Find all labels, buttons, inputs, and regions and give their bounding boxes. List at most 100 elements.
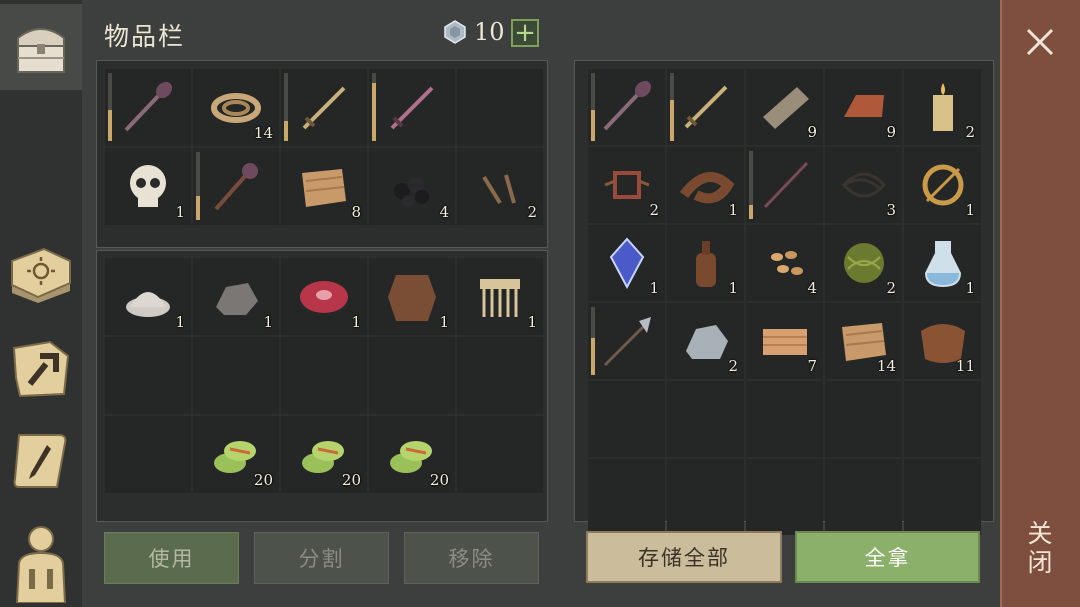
container-slot[interactable]: 2 — [904, 69, 981, 145]
item-quantity: 8 — [351, 203, 361, 221]
container-slot[interactable]: 2 — [588, 147, 665, 223]
close-label[interactable]: 关闭 — [1024, 520, 1056, 578]
split-button[interactable]: 分割 — [254, 532, 389, 584]
close-icon[interactable] — [1018, 20, 1062, 64]
equipment-slot[interactable] — [281, 69, 367, 146]
equipment-slot[interactable]: 1 — [105, 148, 191, 225]
sword-icon — [684, 85, 727, 129]
durability-bar — [284, 73, 288, 141]
item-quantity: 1 — [527, 313, 537, 331]
bag-slot[interactable]: 20 — [369, 416, 455, 493]
bag-slot[interactable]: 20 — [281, 416, 367, 493]
equipment-grid: 14 1 8 4 2 — [105, 69, 543, 225]
add-currency-button[interactable]: + — [511, 19, 539, 47]
container-slot[interactable] — [588, 303, 665, 379]
bag-slot[interactable]: 1 — [369, 258, 455, 335]
container-slot[interactable]: 11 — [904, 303, 981, 379]
bag-slot[interactable]: 1 — [105, 258, 191, 335]
container-slot[interactable] — [667, 381, 744, 457]
item-quantity: 1 — [263, 313, 273, 331]
container-slot[interactable] — [588, 459, 665, 535]
scrap-parts-icon — [603, 171, 650, 199]
container-slot[interactable] — [746, 147, 823, 223]
take-all-button[interactable]: 全拿 — [795, 531, 980, 583]
tab-skills[interactable] — [0, 232, 82, 318]
red-sword-icon — [390, 86, 434, 129]
use-button[interactable]: 使用 — [104, 532, 239, 584]
plank-icon — [762, 87, 809, 129]
copper-ingot-icon — [843, 95, 884, 117]
container-slot[interactable]: 1 — [904, 225, 981, 301]
bag-slot[interactable] — [193, 337, 279, 414]
container-slot[interactable] — [825, 381, 902, 457]
bag-slot[interactable] — [105, 337, 191, 414]
bag-slot[interactable]: 20 — [193, 416, 279, 493]
container-slot[interactable]: 9 — [746, 69, 823, 145]
currency-count: 10 — [474, 18, 505, 46]
container-slot[interactable]: 7 — [746, 303, 823, 379]
tab-inventory[interactable] — [0, 4, 82, 90]
item-quantity: 4 — [439, 203, 449, 221]
container-slot[interactable] — [588, 381, 665, 457]
crystal-icon — [609, 237, 644, 290]
chest-icon — [17, 28, 65, 73]
container-slot[interactable]: 1 — [667, 225, 744, 301]
tab-quests[interactable] — [0, 418, 82, 504]
brooch-icon — [922, 164, 963, 206]
container-slot[interactable]: 3 — [825, 147, 902, 223]
cloth-roll-icon — [762, 329, 807, 355]
mace-icon — [603, 80, 651, 131]
bag-slot[interactable] — [457, 416, 543, 493]
equipment-slot[interactable]: 4 — [369, 148, 455, 225]
bag-slot[interactable] — [369, 337, 455, 414]
nails-icon — [482, 173, 516, 204]
container-slot[interactable] — [746, 381, 823, 457]
equipment-slot[interactable]: 14 — [193, 69, 279, 146]
container-slot[interactable]: 1 — [904, 147, 981, 223]
item-quantity: 2 — [649, 201, 659, 219]
container-slot[interactable] — [588, 69, 665, 145]
bag-slot[interactable]: 1 — [281, 258, 367, 335]
item-quantity: 1 — [965, 279, 975, 297]
bag-slot[interactable] — [281, 337, 367, 414]
remove-button[interactable]: 移除 — [404, 532, 539, 584]
container-slot[interactable]: 2 — [667, 303, 744, 379]
bag-slot[interactable] — [105, 416, 191, 493]
container-slot[interactable]: 9 — [825, 69, 902, 145]
item-quantity: 1 — [175, 203, 185, 221]
wire-icon — [841, 172, 886, 198]
bag-slot[interactable]: 1 — [193, 258, 279, 335]
equipment-slot[interactable]: 2 — [457, 148, 543, 225]
container-slot[interactable]: 4 — [746, 225, 823, 301]
container-slot[interactable]: 14 — [825, 303, 902, 379]
equipment-slot[interactable] — [193, 148, 279, 225]
durability-bar — [108, 73, 112, 141]
item-quantity: 9 — [807, 123, 817, 141]
fabric-icon — [302, 168, 346, 207]
tab-character[interactable] — [0, 520, 82, 606]
store-all-button[interactable]: 存储全部 — [586, 531, 782, 583]
equipment-slot[interactable] — [105, 69, 191, 146]
container-slot[interactable]: 1 — [667, 147, 744, 223]
seeds-icon — [770, 251, 803, 275]
container-slot[interactable]: 2 — [825, 225, 902, 301]
container-slot[interactable] — [904, 381, 981, 457]
container-slot[interactable] — [746, 459, 823, 535]
equipment-slot[interactable] — [457, 69, 543, 146]
container-slot[interactable]: 1 — [588, 225, 665, 301]
mace-icon — [124, 81, 173, 131]
container-slot[interactable] — [667, 459, 744, 535]
close-panel[interactable] — [1000, 0, 1080, 607]
item-quantity: 7 — [807, 357, 817, 375]
item-quantity: 2 — [965, 123, 975, 141]
equipment-slot[interactable] — [369, 69, 455, 146]
bag-slot[interactable]: 1 — [457, 258, 543, 335]
container-slot[interactable] — [825, 459, 902, 535]
stone-icon — [216, 282, 258, 315]
bag-slot[interactable] — [457, 337, 543, 414]
durability-bar — [591, 307, 595, 375]
container-slot[interactable] — [667, 69, 744, 145]
tab-crafting[interactable] — [0, 326, 82, 412]
container-slot[interactable] — [904, 459, 981, 535]
equipment-slot[interactable]: 8 — [281, 148, 367, 225]
